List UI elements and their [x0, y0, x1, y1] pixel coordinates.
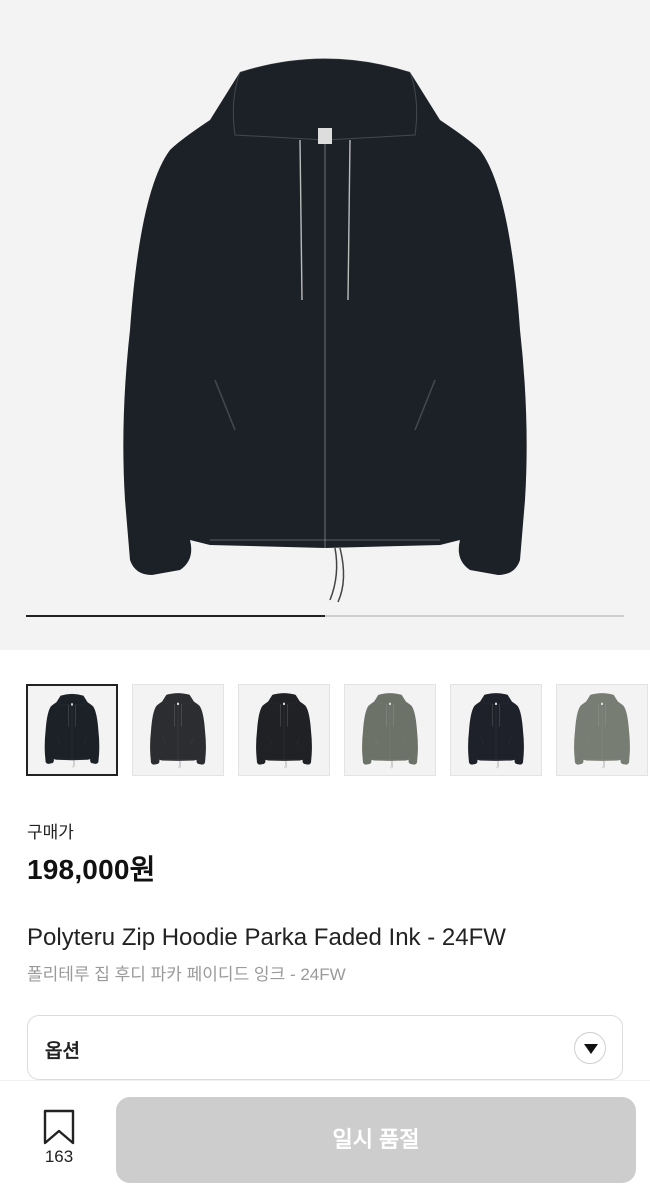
chevron-down-icon: [574, 1032, 606, 1064]
sold-out-button[interactable]: 일시 품절: [116, 1097, 636, 1183]
price-value: 198,000원: [27, 854, 156, 885]
thumbnail-image: [574, 693, 630, 769]
option-dropdown[interactable]: 옵션: [27, 1015, 623, 1080]
price-label: 구매가: [27, 823, 74, 842]
product-image-gallery[interactable]: [0, 0, 650, 650]
thumbnail-image: [468, 693, 524, 769]
thumbnail-4[interactable]: [344, 684, 436, 776]
thumbnail-image: [150, 693, 206, 769]
bookmark-count: 163: [44, 1147, 74, 1166]
thumbnail-2[interactable]: [132, 684, 224, 776]
bookmark-button[interactable]: 163: [28, 1107, 90, 1171]
thumbnail-3[interactable]: [238, 684, 330, 776]
bookmark-icon: [43, 1109, 75, 1145]
bottom-action-bar: 163 일시 품절: [0, 1080, 650, 1200]
thumbnail-6[interactable]: [556, 684, 648, 776]
product-subtitle-ko: 폴리테루 집 후디 파카 페이디드 잉크 - 24FW: [27, 965, 346, 984]
thumbnail-1[interactable]: [26, 684, 118, 776]
thumbnail-image: [362, 693, 418, 769]
thumbnail-strip[interactable]: [26, 684, 650, 776]
option-label: 옵션: [45, 1041, 80, 1062]
product-image-hoodie: [123, 58, 527, 603]
gallery-progress-bar: [26, 615, 624, 617]
thumbnail-5[interactable]: [450, 684, 542, 776]
thumbnail-image: [256, 693, 312, 769]
product-title: Polyteru Zip Hoodie Parka Faded Ink - 24…: [27, 924, 506, 951]
thumbnail-image: [44, 693, 100, 768]
hoodie-illustration: [123, 58, 527, 603]
gallery-progress-fill: [26, 615, 325, 617]
